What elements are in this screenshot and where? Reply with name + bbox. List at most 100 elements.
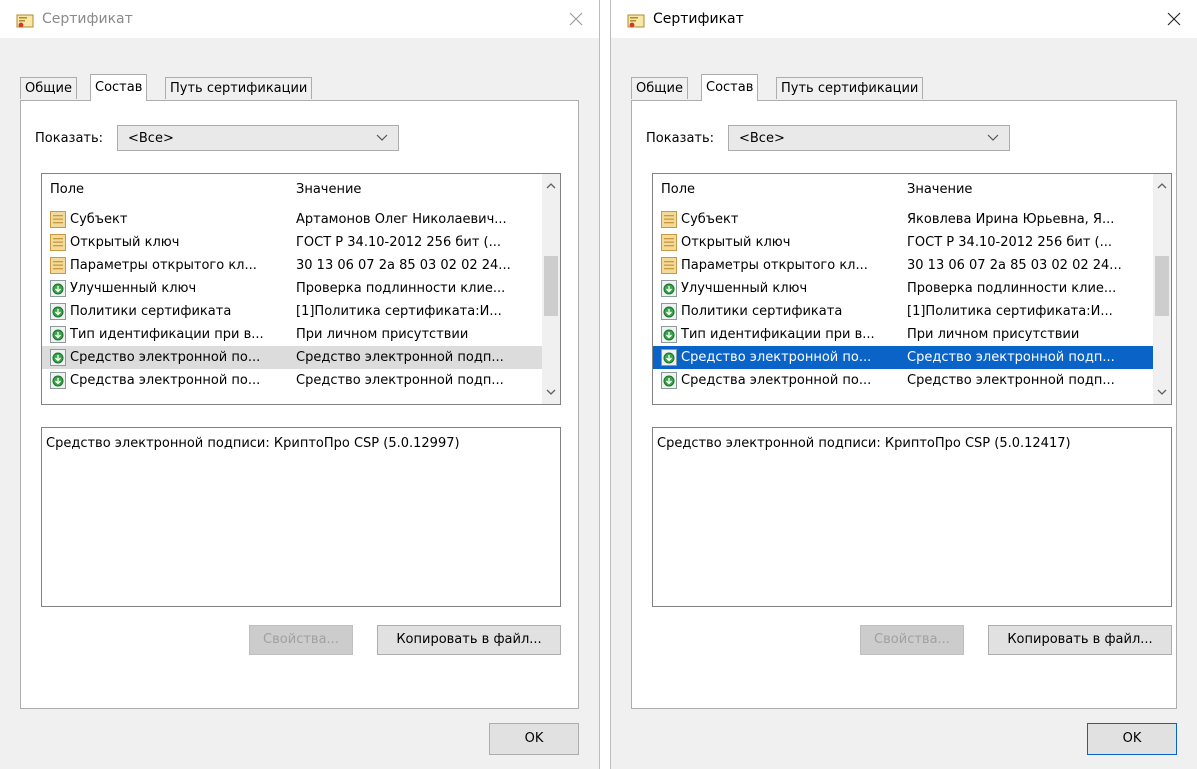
list-item[interactable]: Улучшенный ключ Проверка подлинности кли… xyxy=(653,277,1153,300)
list-item[interactable]: Параметры открытого кл... 30 13 06 07 2a… xyxy=(42,254,542,277)
list-item-selected[interactable]: Средство электронной по... Средство элек… xyxy=(42,346,542,369)
row-field: Средства электронной по... xyxy=(70,373,261,388)
close-button[interactable] xyxy=(1151,0,1197,38)
properties-button[interactable]: Свойства... xyxy=(860,625,964,655)
list-item[interactable]: Средства электронной по... Средство элек… xyxy=(653,369,1153,392)
scrollbar-thumb[interactable] xyxy=(1155,256,1169,316)
tab-details[interactable]: Состав xyxy=(701,74,759,101)
list-item[interactable]: Субъект Яковлева Ирина Юрьевна, Я... xyxy=(653,208,1153,231)
row-field: Улучшенный ключ xyxy=(70,281,197,296)
row-value: ГОСТ Р 34.10-2012 256 бит (... xyxy=(296,235,501,250)
chevron-down-icon xyxy=(376,134,388,141)
row-value: Средство электронной подп... xyxy=(296,350,504,365)
row-field: Средство электронной по... xyxy=(681,350,872,365)
tab-certification-path[interactable]: Путь сертификации xyxy=(165,77,313,99)
row-value: При личном присутствии xyxy=(296,327,469,342)
show-label: Показать: xyxy=(646,131,715,146)
show-filter-value: <Все> xyxy=(739,131,785,146)
row-field: Политики сертификата xyxy=(70,304,232,319)
row-value: Средство электронной подп... xyxy=(907,373,1115,388)
column-header-field[interactable]: Поле xyxy=(50,182,84,197)
title-bar[interactable]: Сертификат xyxy=(611,0,1197,38)
row-field: Субъект xyxy=(70,212,128,227)
row-field: Тип идентификации при в... xyxy=(681,327,875,342)
scrollbar-thumb[interactable] xyxy=(544,256,558,316)
window-title: Сертификат xyxy=(653,11,744,27)
row-field: Открытый ключ xyxy=(681,235,791,250)
list-item[interactable]: Субъект Артамонов Олег Николаевич... xyxy=(42,208,542,231)
row-field: Политики сертификата xyxy=(681,304,843,319)
row-value: Средство электронной подп... xyxy=(907,350,1115,365)
extension-icon xyxy=(50,326,66,343)
row-value: ГОСТ Р 34.10-2012 256 бит (... xyxy=(907,235,1112,250)
list-item-selected[interactable]: Средство электронной по... Средство элек… xyxy=(653,346,1153,369)
row-field: Параметры открытого кл... xyxy=(681,258,868,273)
details-tab-panel: Показать: <Все> Поле Значение Субъект Ар… xyxy=(20,100,579,709)
certificate-field-icon xyxy=(50,257,66,274)
column-header-value[interactable]: Значение xyxy=(296,182,361,197)
certificate-field-icon xyxy=(661,257,677,274)
chevron-down-icon xyxy=(546,389,556,395)
extension-icon xyxy=(661,326,677,343)
extension-icon xyxy=(661,372,677,389)
close-icon xyxy=(1167,12,1181,26)
list-header: Поле Значение xyxy=(653,174,1153,202)
extension-icon xyxy=(661,349,677,366)
chevron-down-icon xyxy=(1157,389,1167,395)
details-tab-panel: Показать: <Все> Поле Значение Субъект Як… xyxy=(631,100,1177,709)
extension-icon xyxy=(50,280,66,297)
list-rows: Субъект Артамонов Олег Николаевич... Отк… xyxy=(42,208,542,392)
tab-strip: Общие Состав Путь сертификации xyxy=(631,74,1177,101)
list-header: Поле Значение xyxy=(42,174,542,202)
row-value: Средство электронной подп... xyxy=(296,373,504,388)
chevron-up-icon xyxy=(1157,183,1167,189)
list-item[interactable]: Тип идентификации при в... При личном пр… xyxy=(42,323,542,346)
tab-general[interactable]: Общие xyxy=(631,77,688,99)
column-header-field[interactable]: Поле xyxy=(661,182,695,197)
window-title: Сертификат xyxy=(42,11,133,27)
list-item[interactable]: Открытый ключ ГОСТ Р 34.10-2012 256 бит … xyxy=(42,231,542,254)
row-value: 30 13 06 07 2a 85 03 02 02 24... xyxy=(907,258,1122,273)
list-scrollbar[interactable] xyxy=(1153,174,1171,404)
list-item[interactable]: Улучшенный ключ Проверка подлинности кли… xyxy=(42,277,542,300)
fields-list[interactable]: Поле Значение Субъект Яковлева Ирина Юрь… xyxy=(652,173,1172,405)
close-button[interactable] xyxy=(553,0,599,38)
properties-button[interactable]: Свойства... xyxy=(249,625,353,655)
certificate-field-icon xyxy=(661,234,677,251)
show-filter-select[interactable]: <Все> xyxy=(117,125,399,151)
list-item[interactable]: Тип идентификации при в... При личном пр… xyxy=(653,323,1153,346)
row-field: Субъект xyxy=(681,212,739,227)
ok-button[interactable]: OK xyxy=(1087,723,1177,755)
chevron-down-icon xyxy=(987,134,999,141)
tab-details[interactable]: Состав xyxy=(90,74,148,101)
fields-list[interactable]: Поле Значение Субъект Артамонов Олег Ник… xyxy=(41,173,561,405)
copy-to-file-button[interactable]: Копировать в файл... xyxy=(377,625,561,655)
row-field: Тип идентификации при в... xyxy=(70,327,264,342)
tab-certification-path[interactable]: Путь сертификации xyxy=(776,77,924,99)
extension-icon xyxy=(661,280,677,297)
extension-icon xyxy=(50,349,66,366)
list-item[interactable]: Открытый ключ ГОСТ Р 34.10-2012 256 бит … xyxy=(653,231,1153,254)
row-value: [1]Политика сертификата:И... xyxy=(296,304,502,319)
row-value: [1]Политика сертификата:И... xyxy=(907,304,1113,319)
column-header-value[interactable]: Значение xyxy=(907,182,972,197)
list-scrollbar[interactable] xyxy=(542,174,560,404)
ok-button[interactable]: OK xyxy=(489,723,579,755)
list-item[interactable]: Политики сертификата [1]Политика сертифи… xyxy=(42,300,542,323)
row-field: Параметры открытого кл... xyxy=(70,258,257,273)
show-filter-select[interactable]: <Все> xyxy=(728,125,1010,151)
tab-general[interactable]: Общие xyxy=(20,77,77,99)
certificate-field-icon xyxy=(661,211,677,228)
list-item[interactable]: Политики сертификата [1]Политика сертифи… xyxy=(653,300,1153,323)
screenshot-stage: Сертификат Общие Состав Путь сертификаци… xyxy=(0,0,1197,769)
list-item[interactable]: Средства электронной по... Средство элек… xyxy=(42,369,542,392)
copy-to-file-button[interactable]: Копировать в файл... xyxy=(988,625,1172,655)
certificate-dialog-left: Сертификат Общие Состав Путь сертификаци… xyxy=(0,0,600,769)
value-detail-box[interactable]: Средство электронной подписи: КриптоПро … xyxy=(41,427,561,607)
list-item[interactable]: Параметры открытого кл... 30 13 06 07 2a… xyxy=(653,254,1153,277)
certificate-icon xyxy=(627,13,645,29)
title-bar[interactable]: Сертификат xyxy=(0,0,599,38)
certificate-field-icon xyxy=(50,234,66,251)
show-label: Показать: xyxy=(35,131,104,146)
value-detail-box[interactable]: Средство электронной подписи: КриптоПро … xyxy=(652,427,1172,607)
